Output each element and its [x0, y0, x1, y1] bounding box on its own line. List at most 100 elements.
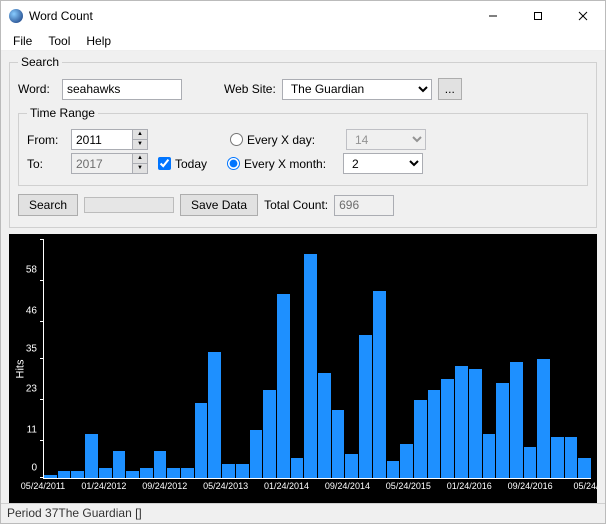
to-spin-up[interactable]: ▲ [133, 154, 147, 164]
word-label: Word: [18, 82, 56, 96]
chart-x-tick: 05/24/2015 [386, 481, 431, 491]
chart-bar [496, 383, 509, 478]
chart-bar [414, 400, 427, 478]
chart-x-tick: 05/24/2011 [21, 481, 65, 491]
chart-x-tick: 01/24/2016 [447, 481, 492, 491]
chart-bar [428, 390, 441, 478]
minimize-button[interactable] [470, 1, 515, 31]
chart-bar [99, 468, 112, 478]
menu-file[interactable]: File [5, 32, 40, 50]
chart-bar [441, 379, 454, 478]
chart-bar [250, 430, 263, 478]
search-button[interactable]: Search [18, 194, 78, 216]
menu-tool[interactable]: Tool [40, 32, 78, 50]
window-title: Word Count [29, 9, 470, 23]
chart-x-tick: 05/24/2013 [203, 481, 248, 491]
timerange-group: Time Range From: ▲ ▼ Every X day: 14 [18, 106, 588, 186]
search-group: Search Word: Web Site: The Guardian ... … [9, 55, 597, 228]
every-x-month-select[interactable]: 2 [343, 153, 423, 174]
chart-bar [195, 403, 208, 478]
maximize-button[interactable] [515, 1, 560, 31]
total-count-value [334, 195, 394, 216]
chart-bar [181, 468, 194, 478]
chart-bar [359, 335, 372, 478]
every-x-day-label: Every X day: [247, 133, 315, 147]
chart-x-ticks: 05/24/201101/24/201209/24/201205/24/2013… [43, 481, 591, 501]
chart-y-tick: 35 [26, 343, 37, 354]
every-x-day-radio-input[interactable] [230, 133, 243, 146]
to-spin-down[interactable]: ▼ [133, 164, 147, 173]
chart-y-tick: 46 [26, 305, 37, 316]
chart-bar [263, 390, 276, 478]
every-x-month-label: Every X month: [244, 157, 326, 171]
app-icon [9, 9, 23, 23]
statusbar: Period 37The Guardian [] [1, 503, 605, 523]
chart-bar [167, 468, 180, 478]
chart-y-ticks: 0112335465870 [9, 240, 41, 479]
chart-bar [387, 461, 400, 478]
chart-bar [208, 352, 221, 478]
word-input[interactable] [62, 79, 182, 100]
chart-bar [483, 434, 496, 478]
chart-bar [71, 471, 84, 478]
chart-bar [85, 434, 98, 478]
chart-bar [332, 410, 345, 478]
menu-help[interactable]: Help [78, 32, 119, 50]
to-spinner[interactable]: ▲ ▼ [71, 153, 148, 174]
every-x-day-radio[interactable]: Every X day: [230, 133, 340, 147]
chart-bar [551, 437, 564, 478]
chart-x-tick: 09/24/2012 [142, 481, 187, 491]
chart-plot-area [43, 240, 591, 479]
chart-x-tick: 09/24/2016 [508, 481, 553, 491]
today-label: Today [175, 157, 207, 171]
chart-bar [510, 362, 523, 478]
chart-bar [126, 471, 139, 478]
website-label: Web Site: [224, 82, 276, 96]
chart-bars [44, 240, 591, 478]
chart-bar [455, 366, 468, 478]
search-legend: Search [18, 55, 62, 69]
chart-x-tick: 05/24/20 [573, 481, 597, 491]
from-label: From: [27, 133, 65, 147]
chart-x-tick: 09/24/2014 [325, 481, 370, 491]
chart-bar [318, 373, 331, 478]
chart-bar [537, 359, 550, 478]
from-input[interactable] [71, 129, 133, 150]
to-label: To: [27, 157, 65, 171]
chart-bar [565, 437, 578, 478]
every-x-month-radio-input[interactable] [227, 157, 240, 170]
chart-y-tick: 23 [26, 384, 37, 395]
every-x-month-radio[interactable]: Every X month: [227, 157, 337, 171]
save-data-button[interactable]: Save Data [180, 194, 258, 216]
chart-bar [345, 454, 358, 478]
chart-y-tick: 70 [26, 234, 37, 235]
chart-y-tick: 0 [31, 463, 37, 474]
chart-bar [373, 291, 386, 478]
timerange-legend: Time Range [27, 106, 98, 120]
chart-bar [524, 447, 537, 478]
from-spin-up[interactable]: ▲ [133, 130, 147, 140]
website-select[interactable]: The Guardian [282, 79, 432, 100]
content-area: Search Word: Web Site: The Guardian ... … [1, 51, 605, 503]
chart-bar [113, 451, 126, 478]
chart-bar [222, 464, 235, 478]
chart-bar [578, 458, 591, 478]
chart-bar [44, 475, 57, 478]
chart-y-tick: 11 [27, 425, 37, 436]
today-checkbox[interactable]: Today [158, 157, 207, 171]
from-spin-down[interactable]: ▼ [133, 140, 147, 149]
chart-bar [277, 294, 290, 478]
chart-bar [304, 254, 317, 478]
search-progress [84, 197, 174, 213]
total-count-label: Total Count: [264, 198, 328, 212]
close-button[interactable] [560, 1, 605, 31]
chart: Hits 0112335465870 05/24/201101/24/20120… [9, 234, 597, 503]
to-input[interactable] [71, 153, 133, 174]
website-browse-button[interactable]: ... [438, 78, 462, 100]
today-checkbox-input[interactable] [158, 157, 171, 170]
chart-bar [291, 458, 304, 478]
chart-bar [140, 468, 153, 478]
status-text: Period 37The Guardian [] [7, 506, 142, 520]
from-spinner[interactable]: ▲ ▼ [71, 129, 148, 150]
every-x-day-select[interactable]: 14 [346, 129, 426, 150]
